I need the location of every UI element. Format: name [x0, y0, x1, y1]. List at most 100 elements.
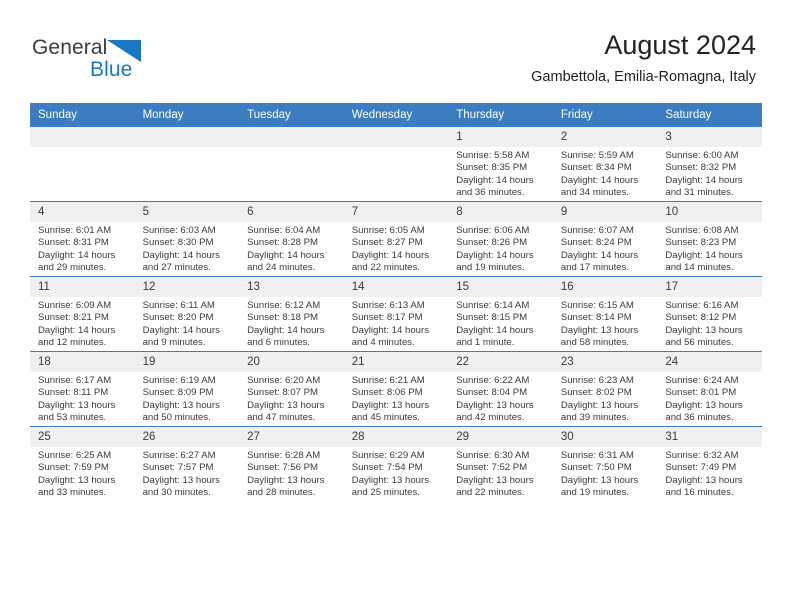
sunset-text: Sunset: 8:24 PM [560, 237, 632, 249]
daylight-text-line2: and 22 minutes. [456, 486, 525, 498]
daylight-text-line2: and 34 minutes. [560, 186, 630, 198]
sunset-text: Sunset: 7:52 PM [456, 462, 528, 474]
sunrise-text: Sunrise: 6:29 AM [351, 450, 425, 461]
sunrise-sunset-calendar: Sunday Monday Tuesday Wednesday Thursday… [30, 103, 762, 501]
day-number: 1 [448, 127, 553, 147]
sunset-text: Sunset: 7:54 PM [351, 462, 423, 474]
day-number: 28 [343, 427, 449, 447]
calendar-day-cell[interactable]: 26 Sunrise: 6:27 AM Sunset: 7:57 PM Dayligh… [134, 426, 240, 501]
daylight-text-line2: and 56 minutes. [665, 336, 734, 348]
sunrise-text: Sunrise: 5:58 AM [456, 150, 530, 161]
daylight-text-line1: Daylight: 13 hours [665, 399, 743, 411]
calendar-day-cell[interactable]: 22 Sunrise: 6:22 AM Sunset: 8:04 PM Dayligh… [448, 351, 553, 427]
sunrise-text: Sunrise: 6:00 AM [665, 150, 739, 161]
sunrise-text: Sunrise: 6:11 AM [142, 300, 215, 311]
sunset-text: Sunset: 7:49 PM [665, 462, 737, 474]
calendar-day-cell[interactable]: 6 Sunrise: 6:04 AM Sunset: 8:28 PM Daylight… [239, 201, 344, 277]
daylight-text-line2: and 31 minutes. [665, 186, 734, 198]
sunset-text: Sunset: 8:26 PM [456, 237, 528, 249]
calendar-day-cell[interactable]: 16 Sunrise: 6:15 AM Sunset: 8:14 PM Dayligh… [552, 276, 658, 352]
day-number: 18 [30, 352, 135, 372]
daylight-text-line1: Daylight: 13 hours [456, 399, 534, 411]
calendar-day-cell[interactable]: 27 Sunrise: 6:28 AM Sunset: 7:56 PM Dayligh… [239, 426, 344, 501]
day-info: Sunrise: 6:25 AM Sunset: 7:59 PM Daylight:… [30, 447, 135, 499]
calendar-day-cell[interactable]: 31 Sunrise: 6:32 AM Sunset: 7:49 PM Dayligh… [657, 426, 762, 501]
calendar-day-cell[interactable]: 5 Sunrise: 6:03 AM Sunset: 8:30 PM Daylight… [134, 201, 240, 277]
daylight-text-line1: Daylight: 13 hours [560, 324, 639, 336]
calendar-day-cell[interactable]: 11 Sunrise: 6:09 AM Sunset: 8:21 PM Dayligh… [30, 276, 135, 352]
day-info: Sunrise: 6:23 AM Sunset: 8:02 PM Daylight:… [553, 372, 658, 424]
sunrise-text: Sunrise: 6:31 AM [560, 450, 634, 461]
sunrise-text: Sunrise: 6:06 AM [456, 225, 530, 236]
day-info: Sunrise: 6:28 AM Sunset: 7:56 PM Daylight:… [239, 447, 344, 499]
calendar-week-row: 1 Sunrise: 5:58 AM Sunset: 8:35 PM Daylight… [30, 126, 762, 202]
daylight-text-line2: and 42 minutes. [456, 411, 525, 423]
day-number: 6 [239, 202, 344, 222]
day-number: 4 [30, 202, 135, 222]
calendar-day-cell[interactable]: 18 Sunrise: 6:17 AM Sunset: 8:11 PM Dayligh… [30, 351, 135, 427]
calendar-day-cell[interactable]: 25 Sunrise: 6:25 AM Sunset: 7:59 PM Dayligh… [30, 426, 135, 501]
weekday-header-thursday: Thursday [448, 103, 553, 127]
calendar-day-cell[interactable]: 29 Sunrise: 6:30 AM Sunset: 7:52 PM Dayligh… [448, 426, 553, 501]
daylight-text-line2: and 19 minutes. [560, 486, 630, 498]
calendar-day-cell[interactable]: 15 Sunrise: 6:14 AM Sunset: 8:15 PM Dayligh… [448, 276, 553, 352]
daylight-text-line2: and 17 minutes. [560, 261, 630, 273]
calendar-day-cell[interactable]: 13 Sunrise: 6:12 AM Sunset: 8:18 PM Dayligh… [239, 276, 344, 352]
weekday-header-saturday: Saturday [657, 103, 762, 127]
daylight-text-line1: Daylight: 13 hours [456, 474, 534, 486]
calendar-day-cell-empty [239, 126, 344, 202]
sunrise-text: Sunrise: 6:16 AM [665, 300, 739, 311]
daylight-text-line1: Daylight: 13 hours [142, 399, 220, 411]
sunset-text: Sunset: 8:14 PM [560, 312, 632, 324]
day-number: 19 [134, 352, 240, 372]
calendar-day-cell[interactable]: 14 Sunrise: 6:13 AM Sunset: 8:17 PM Dayligh… [343, 276, 449, 352]
calendar-body: 1 Sunrise: 5:58 AM Sunset: 8:35 PM Daylight… [30, 126, 762, 501]
sunrise-text: Sunrise: 6:08 AM [665, 225, 739, 236]
calendar-day-cell[interactable]: 23 Sunrise: 6:23 AM Sunset: 8:02 PM Dayligh… [552, 351, 658, 427]
day-number: 14 [343, 277, 449, 297]
sunset-text: Sunset: 8:20 PM [142, 312, 214, 324]
calendar-day-cell[interactable]: 9 Sunrise: 6:07 AM Sunset: 8:24 PM Daylight… [552, 201, 658, 277]
calendar-day-cell[interactable]: 12 Sunrise: 6:11 AM Sunset: 8:20 PM Dayligh… [134, 276, 240, 352]
day-info: Sunrise: 6:06 AM Sunset: 8:26 PM Daylight:… [448, 222, 553, 274]
sunset-text: Sunset: 8:06 PM [351, 387, 423, 399]
calendar-day-cell[interactable]: 17 Sunrise: 6:16 AM Sunset: 8:12 PM Dayligh… [657, 276, 762, 352]
daylight-text-line2: and 22 minutes. [351, 261, 420, 273]
day-info: Sunrise: 6:19 AM Sunset: 8:09 PM Daylight:… [135, 372, 240, 424]
calendar-day-cell[interactable]: 2 Sunrise: 5:59 AM Sunset: 8:34 PM Daylight… [552, 126, 658, 202]
sunset-text: Sunset: 8:30 PM [142, 237, 214, 249]
calendar-day-cell[interactable]: 28 Sunrise: 6:29 AM Sunset: 7:54 PM Dayligh… [343, 426, 449, 501]
calendar-day-cell[interactable]: 20 Sunrise: 6:20 AM Sunset: 8:07 PM Dayligh… [239, 351, 344, 427]
sunset-text: Sunset: 8:02 PM [560, 387, 632, 399]
calendar-day-cell[interactable]: 8 Sunrise: 6:06 AM Sunset: 8:26 PM Daylight… [448, 201, 553, 277]
calendar-week-row: 4 Sunrise: 6:01 AM Sunset: 8:31 PM Daylight… [30, 201, 762, 277]
calendar-day-cell[interactable]: 3 Sunrise: 6:00 AM Sunset: 8:32 PM Daylight… [657, 126, 762, 202]
sunrise-text: Sunrise: 6:12 AM [247, 300, 321, 311]
calendar-day-cell[interactable]: 19 Sunrise: 6:19 AM Sunset: 8:09 PM Dayligh… [134, 351, 240, 427]
calendar-day-cell[interactable]: 24 Sunrise: 6:24 AM Sunset: 8:01 PM Dayligh… [657, 351, 762, 427]
daylight-text-line1: Daylight: 13 hours [665, 324, 743, 336]
sunrise-text: Sunrise: 6:21 AM [351, 375, 425, 386]
calendar-day-cell[interactable]: 21 Sunrise: 6:21 AM Sunset: 8:06 PM Dayligh… [343, 351, 449, 427]
daylight-text-line1: Daylight: 14 hours [351, 324, 430, 336]
daylight-text-line1: Daylight: 14 hours [456, 324, 534, 336]
calendar-day-cell-empty [30, 126, 135, 202]
daylight-text-line1: Daylight: 14 hours [456, 174, 534, 186]
logo-text-blue: Blue [90, 58, 133, 81]
calendar-day-cell[interactable]: 4 Sunrise: 6:01 AM Sunset: 8:31 PM Daylight… [30, 201, 135, 277]
sunrise-text: Sunrise: 6:22 AM [456, 375, 530, 386]
calendar-day-cell[interactable]: 30 Sunrise: 6:31 AM Sunset: 7:50 PM Dayligh… [552, 426, 658, 501]
daylight-text-line2: and 4 minutes. [351, 336, 415, 348]
logo-text-general: General [32, 36, 108, 59]
calendar-week-row: 18 Sunrise: 6:17 AM Sunset: 8:11 PM Dayligh… [30, 351, 762, 427]
calendar-day-cell[interactable]: 10 Sunrise: 6:08 AM Sunset: 8:23 PM Dayligh… [657, 201, 762, 277]
general-blue-logo[interactable]: General Blue [32, 36, 212, 82]
calendar-day-cell[interactable]: 1 Sunrise: 5:58 AM Sunset: 8:35 PM Daylight… [448, 126, 553, 202]
daylight-text-line2: and 1 minute. [456, 336, 515, 348]
sunrise-text: Sunrise: 6:28 AM [247, 450, 321, 461]
day-number: 5 [134, 202, 240, 222]
calendar-day-cell[interactable]: 7 Sunrise: 6:05 AM Sunset: 8:27 PM Daylight… [343, 201, 449, 277]
daylight-text-line2: and 33 minutes. [38, 486, 107, 498]
daylight-text-line2: and 9 minutes. [142, 336, 206, 348]
sunset-text: Sunset: 8:28 PM [247, 237, 319, 249]
